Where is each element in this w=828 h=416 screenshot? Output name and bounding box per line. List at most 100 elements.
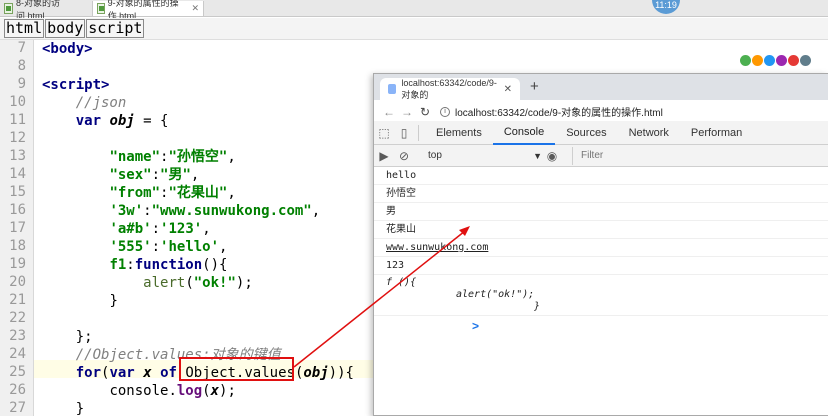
forward-arrow-icon[interactable]: → (398, 105, 416, 119)
html-file-icon (4, 3, 13, 14)
line-number: 18 (9, 238, 26, 254)
sidebar-toggle-icon[interactable]: ▶ (374, 144, 394, 168)
eye-icon[interactable]: ◉ (542, 144, 562, 168)
line-number: 16 (9, 202, 26, 218)
divider (418, 124, 419, 141)
line-number: 10 (9, 94, 26, 110)
code-keyword: for (75, 365, 102, 381)
line-number-gutter: 7 8 9 10 11 12 13 14 15 16 17 18 19 20 2… (0, 40, 34, 416)
line-number: 27 (9, 400, 26, 416)
code-line-10: //json (42, 94, 127, 112)
code-line-23: }; (42, 328, 93, 346)
close-icon[interactable]: ✕ (191, 3, 199, 14)
console-toolbar: ▶ ⊘ top ▼ ◉ (374, 145, 828, 167)
tab-elements[interactable]: Elements (425, 121, 493, 145)
reload-icon[interactable]: ↻ (416, 105, 434, 119)
console-line: 123 (374, 257, 828, 275)
clear-console-icon[interactable]: ⊘ (394, 144, 414, 168)
code-line-7: <body> (42, 40, 93, 58)
tab-console[interactable]: Console (492, 121, 556, 145)
breadcrumb-script[interactable]: script (86, 19, 145, 38)
ie-icon[interactable] (800, 55, 811, 66)
line-number: 12 (9, 130, 26, 146)
code-token: }; (75, 329, 93, 345)
line-number: 14 (9, 166, 26, 182)
code-keyword: of (160, 365, 177, 381)
console-output: hello 孙悟空 男 花果山 www.sunwukong.com 123 f … (374, 167, 828, 416)
back-arrow-icon[interactable]: ← (380, 105, 398, 119)
code-token: <body> (42, 41, 93, 57)
filter-input[interactable] (572, 146, 712, 165)
code-token: } (109, 293, 118, 309)
console-line: 男 (374, 203, 828, 221)
console-function-entry[interactable]: f (){ alert("ok!"); } (374, 275, 828, 316)
code-keyword: function (134, 257, 203, 273)
chrome-icon[interactable] (740, 55, 751, 66)
line-number: 26 (9, 382, 26, 398)
tab-sources[interactable]: Sources (555, 121, 617, 145)
tab-performance[interactable]: Performan (680, 121, 753, 145)
new-tab-icon[interactable]: + (530, 78, 539, 95)
info-icon[interactable]: i (440, 106, 450, 117)
code-line-11: var obj = { (42, 112, 169, 130)
code-token: (){ (202, 257, 228, 273)
line-number: 24 (9, 346, 26, 362)
line-number: 11 (9, 112, 26, 128)
code-string: "男" (160, 167, 191, 183)
line-number: 23 (9, 328, 26, 344)
code-variable: obj (303, 365, 329, 381)
line-number: 21 (9, 292, 26, 308)
code-string: '3w' (109, 203, 144, 219)
opera-icon[interactable] (788, 55, 799, 66)
annotation-box (179, 357, 294, 381)
close-icon[interactable]: ✕ (504, 84, 512, 95)
line-number: 9 (17, 76, 26, 92)
chevron-down-icon: ▼ (533, 150, 542, 161)
editor-tab-9[interactable]: 9-对象的属性的操作.html ✕ (92, 0, 204, 21)
code-token: = { (134, 113, 169, 129)
code-string: "from" (109, 185, 161, 201)
devtools-tab-bar: ⬚ ▯ Elements Console Sources Network Per… (374, 121, 828, 145)
address-bar[interactable]: i localhost:63342/code/9-对象的属性的操作.html (440, 103, 770, 121)
code-function: log (176, 383, 203, 399)
safari-icon[interactable] (764, 55, 775, 66)
code-variable: x (210, 383, 220, 399)
edge-icon[interactable] (776, 55, 787, 66)
line-number: 15 (9, 184, 26, 200)
browser-tab[interactable]: localhost:63342/code/9-对象的 ✕ (380, 78, 520, 100)
code-string: '123' (160, 221, 203, 237)
console-link[interactable]: www.sunwukong.com (374, 239, 828, 257)
favicon-icon (388, 84, 397, 94)
code-line-21: } (42, 292, 118, 310)
breadcrumb-body[interactable]: body (45, 19, 86, 38)
tab-network[interactable]: Network (618, 121, 680, 145)
code-string: "花果山" (168, 185, 228, 201)
line-number: 7 (17, 40, 26, 56)
inspect-element-icon[interactable]: ⬚ (374, 121, 394, 145)
code-line-14: "sex":"男", (109, 167, 200, 183)
console-prompt[interactable]: > (472, 319, 479, 333)
context-select[interactable]: top ▼ (424, 147, 542, 165)
address-bar-url: localhost:63342/code/9-对象的属性的操作.html (455, 108, 663, 119)
line-number: 22 (9, 310, 26, 326)
browser-window: localhost:63342/code/9-对象的 ✕ + ← → ↻ i l… (373, 73, 828, 416)
code-line-17: 'a#b':'123', (109, 221, 211, 237)
function-close: } (534, 301, 541, 312)
line-number: 17 (9, 220, 26, 236)
code-line-26: console.log(x); (109, 383, 236, 399)
breadcrumb-html[interactable]: html (4, 19, 45, 38)
device-toolbar-icon[interactable]: ▯ (394, 121, 414, 145)
code-property: f1 (109, 257, 127, 273)
code-line-18: '555':'hello', (109, 239, 228, 255)
code-line-15: "from":"花果山", (109, 185, 236, 201)
console-line: 花果山 (374, 221, 828, 239)
line-number: 25 (9, 364, 26, 380)
code-token: } (75, 401, 85, 416)
code-token: <script> (42, 77, 110, 93)
browser-tab-strip: localhost:63342/code/9-对象的 ✕ + (374, 74, 828, 100)
line-number: 8 (17, 58, 26, 74)
context-select-value: top (428, 150, 442, 161)
editor-tab-8[interactable]: 8-对象的访问.html (0, 0, 92, 21)
firefox-icon[interactable] (752, 55, 763, 66)
code-token: )){ (328, 365, 354, 381)
